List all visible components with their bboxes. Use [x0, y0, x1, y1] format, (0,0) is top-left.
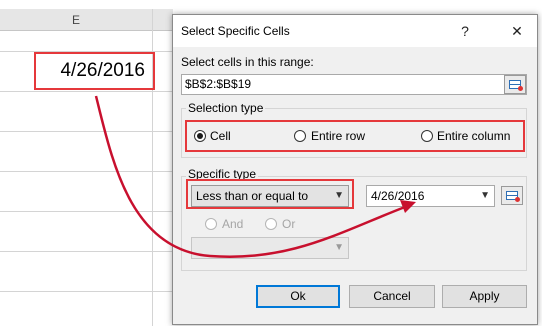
value-picker-icon-dot [515, 197, 520, 202]
column-header-label: E [71, 13, 80, 27]
condition-value-text: 4/26/2016 [371, 189, 425, 203]
select-specific-cells-dialog: Select Specific Cells ? ✕ Select cells i… [172, 14, 538, 325]
range-value: $B$2:$B$19 [185, 77, 252, 91]
chevron-down-icon: ▼ [480, 190, 490, 201]
range-picker-icon-dot [518, 86, 523, 91]
column-header-e[interactable]: E [0, 9, 152, 31]
dialog-title: Select Specific Cells [181, 24, 290, 38]
dialog-titlebar[interactable]: Select Specific Cells ? ✕ [173, 15, 537, 47]
radio-or-label: Or [282, 217, 296, 231]
radio-cell[interactable] [194, 130, 206, 142]
radio-and-label: And [222, 217, 244, 231]
row-divider [0, 251, 172, 252]
range-label: Select cells in this range: [181, 55, 314, 69]
apply-button-label: Apply [469, 289, 500, 303]
chevron-down-icon: ▼ [334, 190, 344, 201]
close-icon: ✕ [511, 23, 523, 39]
ok-button[interactable]: Ok [256, 285, 340, 308]
selected-cell[interactable]: 4/26/2016 [34, 52, 155, 90]
condition-value: Less than or equal to [196, 189, 309, 203]
radio-entire-column-label: Entire column [437, 129, 511, 143]
condition-dropdown[interactable]: Less than or equal to ▼ [191, 185, 349, 207]
selection-type-label: Selection type [186, 101, 266, 115]
close-button[interactable]: ✕ [502, 19, 532, 43]
range-input[interactable]: $B$2:$B$19 [181, 74, 527, 95]
row-divider [0, 211, 172, 212]
condition-value-input[interactable]: 4/26/2016 ▼ [366, 185, 495, 207]
selected-cell-value: 4/26/2016 [60, 60, 145, 81]
chevron-down-icon: ▼ [334, 242, 344, 253]
row-divider [0, 171, 172, 172]
apply-button[interactable]: Apply [442, 285, 527, 308]
cancel-button[interactable]: Cancel [349, 285, 435, 308]
radio-entire-row[interactable] [294, 130, 306, 142]
row-divider [0, 291, 172, 292]
help-icon: ? [461, 23, 469, 39]
column-header-f[interactable] [153, 9, 173, 31]
radio-or[interactable] [265, 218, 277, 230]
second-condition-dropdown[interactable]: ▼ [191, 237, 349, 259]
radio-entire-column[interactable] [421, 130, 433, 142]
ok-button-label: Ok [290, 289, 306, 303]
row-divider [0, 131, 172, 132]
radio-entire-row-label: Entire row [311, 129, 366, 143]
radio-and[interactable] [205, 218, 217, 230]
help-button[interactable]: ? [450, 19, 480, 43]
cancel-button-label: Cancel [373, 289, 411, 303]
value-picker-button[interactable] [501, 186, 523, 205]
range-picker-button[interactable] [504, 75, 526, 94]
row-divider [0, 91, 172, 92]
radio-cell-label: Cell [210, 129, 231, 143]
